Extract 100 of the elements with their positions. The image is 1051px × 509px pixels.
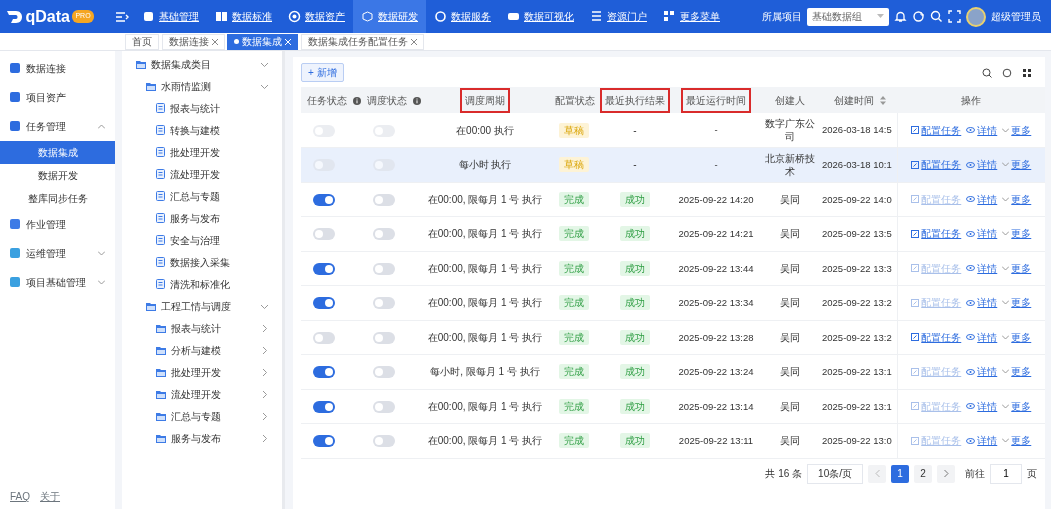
- task-switch[interactable]: [313, 435, 335, 448]
- schedule-switch[interactable]: [373, 435, 395, 448]
- user-name[interactable]: 超级管理员: [991, 9, 1041, 24]
- task-switch[interactable]: [313, 331, 335, 344]
- configure-task-link[interactable]: 配置任务: [911, 123, 962, 137]
- tree-node[interactable]: 服务与发布: [122, 427, 282, 449]
- top-menu-item[interactable]: 资源门户: [582, 0, 655, 33]
- top-menu-item[interactable]: 数据可视化: [499, 0, 582, 33]
- tree-node[interactable]: 批处理开发: [122, 141, 282, 163]
- bell-icon[interactable]: [894, 10, 907, 23]
- tree-node[interactable]: 转换与建模: [122, 119, 282, 141]
- schedule-switch[interactable]: [373, 297, 395, 310]
- details-link[interactable]: 详情: [966, 227, 998, 241]
- top-menu-item[interactable]: 数据资产: [280, 0, 353, 33]
- more-link[interactable]: 更多: [1002, 158, 1032, 172]
- footer-link[interactable]: FAQ: [10, 489, 30, 504]
- details-link[interactable]: 详情: [966, 365, 998, 379]
- tree-node[interactable]: 流处理开发: [122, 163, 282, 185]
- sidebar-subitem[interactable]: 数据集成: [0, 140, 115, 164]
- top-menu-item[interactable]: 基础管理: [134, 0, 207, 33]
- search-icon[interactable]: [930, 10, 943, 23]
- tree-node[interactable]: 汇总与专题: [122, 185, 282, 207]
- tree-node[interactable]: 数据集成类目: [122, 53, 282, 75]
- details-link[interactable]: 详情: [966, 330, 998, 344]
- avatar[interactable]: [966, 6, 986, 27]
- more-link[interactable]: 更多: [1002, 123, 1032, 137]
- configure-task-link[interactable]: 配置任务: [911, 227, 962, 241]
- tree-node[interactable]: 工程工情与调度: [122, 295, 282, 317]
- sidebar-item[interactable]: 项目基础管理: [0, 267, 115, 297]
- search-icon[interactable]: [982, 67, 992, 78]
- tree-node[interactable]: 汇总与专题: [122, 405, 282, 427]
- more-link[interactable]: 更多: [1002, 330, 1032, 344]
- sidebar-item[interactable]: 作业管理: [0, 209, 115, 239]
- task-switch[interactable]: [313, 193, 335, 206]
- details-link[interactable]: 详情: [966, 192, 998, 206]
- page-tab[interactable]: 数据集成: [227, 33, 298, 50]
- page-size-select[interactable]: 10条/页: [807, 463, 863, 484]
- more-link[interactable]: 更多: [1002, 399, 1032, 413]
- next-page-button[interactable]: [937, 464, 955, 483]
- task-switch[interactable]: [313, 400, 335, 413]
- footer-link[interactable]: 关于: [40, 489, 60, 504]
- configure-task-link: 配置任务: [911, 399, 962, 413]
- sidebar-item[interactable]: 任务管理: [0, 111, 115, 141]
- top-menu-item[interactable]: 数据标准: [207, 0, 280, 33]
- details-link[interactable]: 详情: [966, 123, 998, 137]
- schedule-switch[interactable]: [373, 331, 395, 344]
- tree-node[interactable]: 清洗和标准化: [122, 273, 282, 295]
- top-menu-item[interactable]: 更多菜单: [655, 0, 728, 33]
- task-switch[interactable]: [313, 228, 335, 241]
- sidebar-subitem[interactable]: 数据开发: [0, 163, 115, 187]
- more-link[interactable]: 更多: [1002, 434, 1032, 448]
- tree-node[interactable]: 服务与发布: [122, 207, 282, 229]
- page-tab[interactable]: 数据连接: [161, 33, 225, 50]
- schedule-switch[interactable]: [373, 400, 395, 413]
- details-link[interactable]: 详情: [966, 296, 998, 310]
- add-button[interactable]: + 新增: [301, 63, 344, 82]
- configure-task-link[interactable]: 配置任务: [911, 330, 962, 344]
- grid-icon[interactable]: [1022, 67, 1032, 78]
- tree-node[interactable]: 数据接入采集: [122, 251, 282, 273]
- tree-node[interactable]: 流处理开发: [122, 383, 282, 405]
- page-tab[interactable]: 首页: [125, 33, 159, 50]
- close-icon[interactable]: [211, 38, 218, 45]
- tree-node[interactable]: 安全与治理: [122, 229, 282, 251]
- sort-icon[interactable]: [879, 96, 886, 106]
- goto-page-field[interactable]: 1: [990, 463, 1022, 484]
- task-switch[interactable]: [313, 366, 335, 379]
- details-link[interactable]: 详情: [966, 434, 998, 448]
- task-switch[interactable]: [313, 262, 335, 275]
- project-select[interactable]: 基础数据组: [807, 7, 889, 26]
- fullscreen-icon[interactable]: [948, 10, 961, 23]
- more-link[interactable]: 更多: [1002, 296, 1032, 310]
- page-tab[interactable]: 数据集成任务配置任务: [300, 33, 424, 50]
- more-link[interactable]: 更多: [1002, 365, 1032, 379]
- page-button[interactable]: 1: [891, 464, 909, 483]
- tree-node[interactable]: 报表与统计: [122, 317, 282, 339]
- sidebar-item[interactable]: 数据连接: [0, 53, 115, 83]
- more-link[interactable]: 更多: [1002, 192, 1032, 206]
- page-button[interactable]: 2: [914, 464, 932, 483]
- schedule-switch[interactable]: [373, 366, 395, 379]
- more-link[interactable]: 更多: [1002, 261, 1032, 275]
- schedule-switch[interactable]: [373, 193, 395, 206]
- tree-node[interactable]: 水雨情监测: [122, 75, 282, 97]
- close-icon[interactable]: [410, 38, 417, 45]
- more-link[interactable]: 更多: [1002, 227, 1032, 241]
- details-link[interactable]: 详情: [966, 261, 998, 275]
- sidebar-item[interactable]: 项目资产: [0, 82, 115, 112]
- top-menu-item[interactable]: 数据服务: [426, 0, 499, 33]
- schedule-switch[interactable]: [373, 228, 395, 241]
- menu-icon[interactable]: [115, 10, 129, 23]
- schedule-switch[interactable]: [373, 262, 395, 275]
- details-link[interactable]: 详情: [966, 158, 998, 172]
- tree-node[interactable]: 分析与建模: [122, 339, 282, 361]
- top-menu-item[interactable]: 数据研发: [353, 0, 426, 33]
- tree-node[interactable]: 报表与统计: [122, 97, 282, 119]
- configure-task-link[interactable]: 配置任务: [911, 158, 962, 172]
- sidebar-subitem[interactable]: 整库同步任务: [0, 186, 115, 210]
- task-switch[interactable]: [313, 297, 335, 310]
- details-link[interactable]: 详情: [966, 399, 998, 413]
- sidebar-item[interactable]: 运维管理: [0, 238, 115, 268]
- tree-node[interactable]: 批处理开发: [122, 361, 282, 383]
